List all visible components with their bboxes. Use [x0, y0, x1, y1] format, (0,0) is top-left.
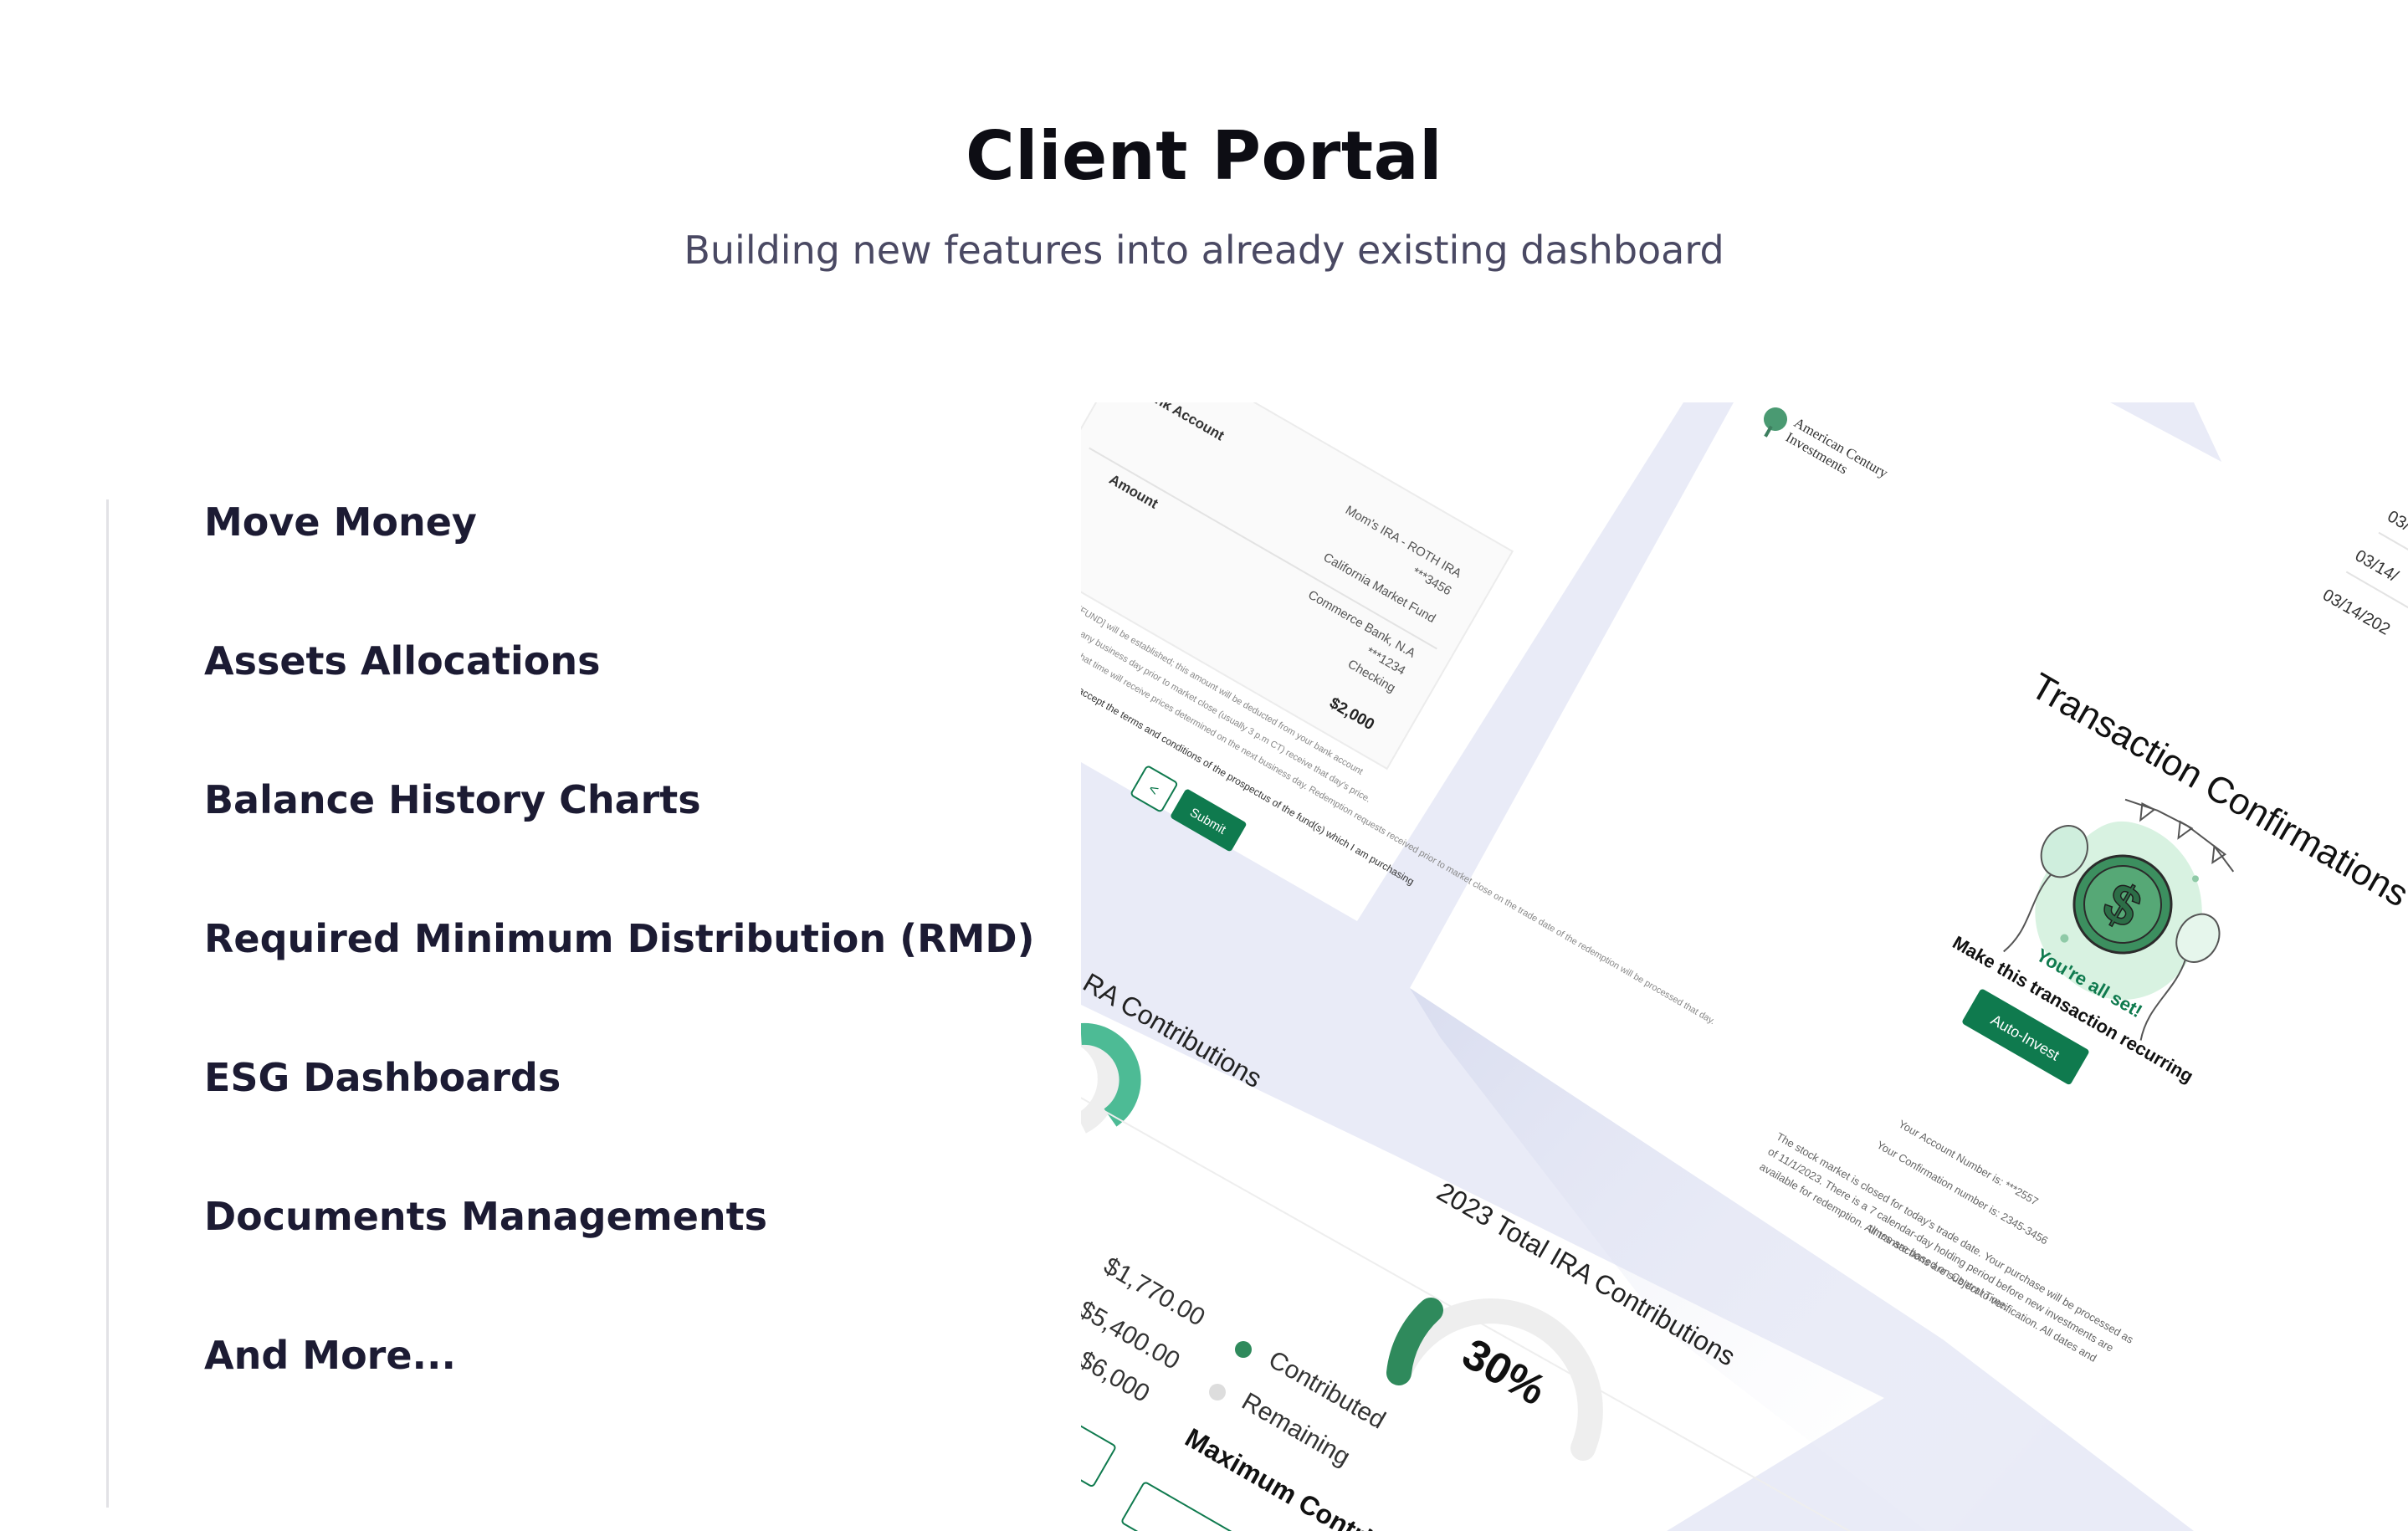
feature-item-assets-allocations: Assets Allocations: [204, 638, 601, 684]
showcase-canvas: nk Account Mom's IRA - ROTH IRA ***3456 …: [1081, 402, 2408, 1531]
feature-item-esg-dashboards: ESG Dashboards: [204, 1055, 561, 1100]
feature-list: Move Money Assets Allocations Balance Hi…: [106, 499, 1035, 1508]
feature-item-documents-managements: Documents Managements: [204, 1194, 768, 1239]
page-subtitle: Building new features into already exist…: [684, 228, 1724, 273]
page-title: Client Portal: [965, 117, 1443, 195]
feature-item-rmd: Required Minimum Distribution (RMD): [204, 916, 1035, 961]
feature-item-move-money: Move Money: [204, 499, 477, 545]
legend-remaining-dot: [1209, 1384, 1226, 1400]
feature-item-balance-history-charts: Balance History Charts: [204, 777, 701, 822]
dashboard-showcase: nk Account Mom's IRA - ROTH IRA ***3456 …: [1081, 402, 2408, 1531]
feature-item-and-more: And More...: [204, 1333, 456, 1378]
legend-contributed-dot: [1235, 1341, 1252, 1358]
